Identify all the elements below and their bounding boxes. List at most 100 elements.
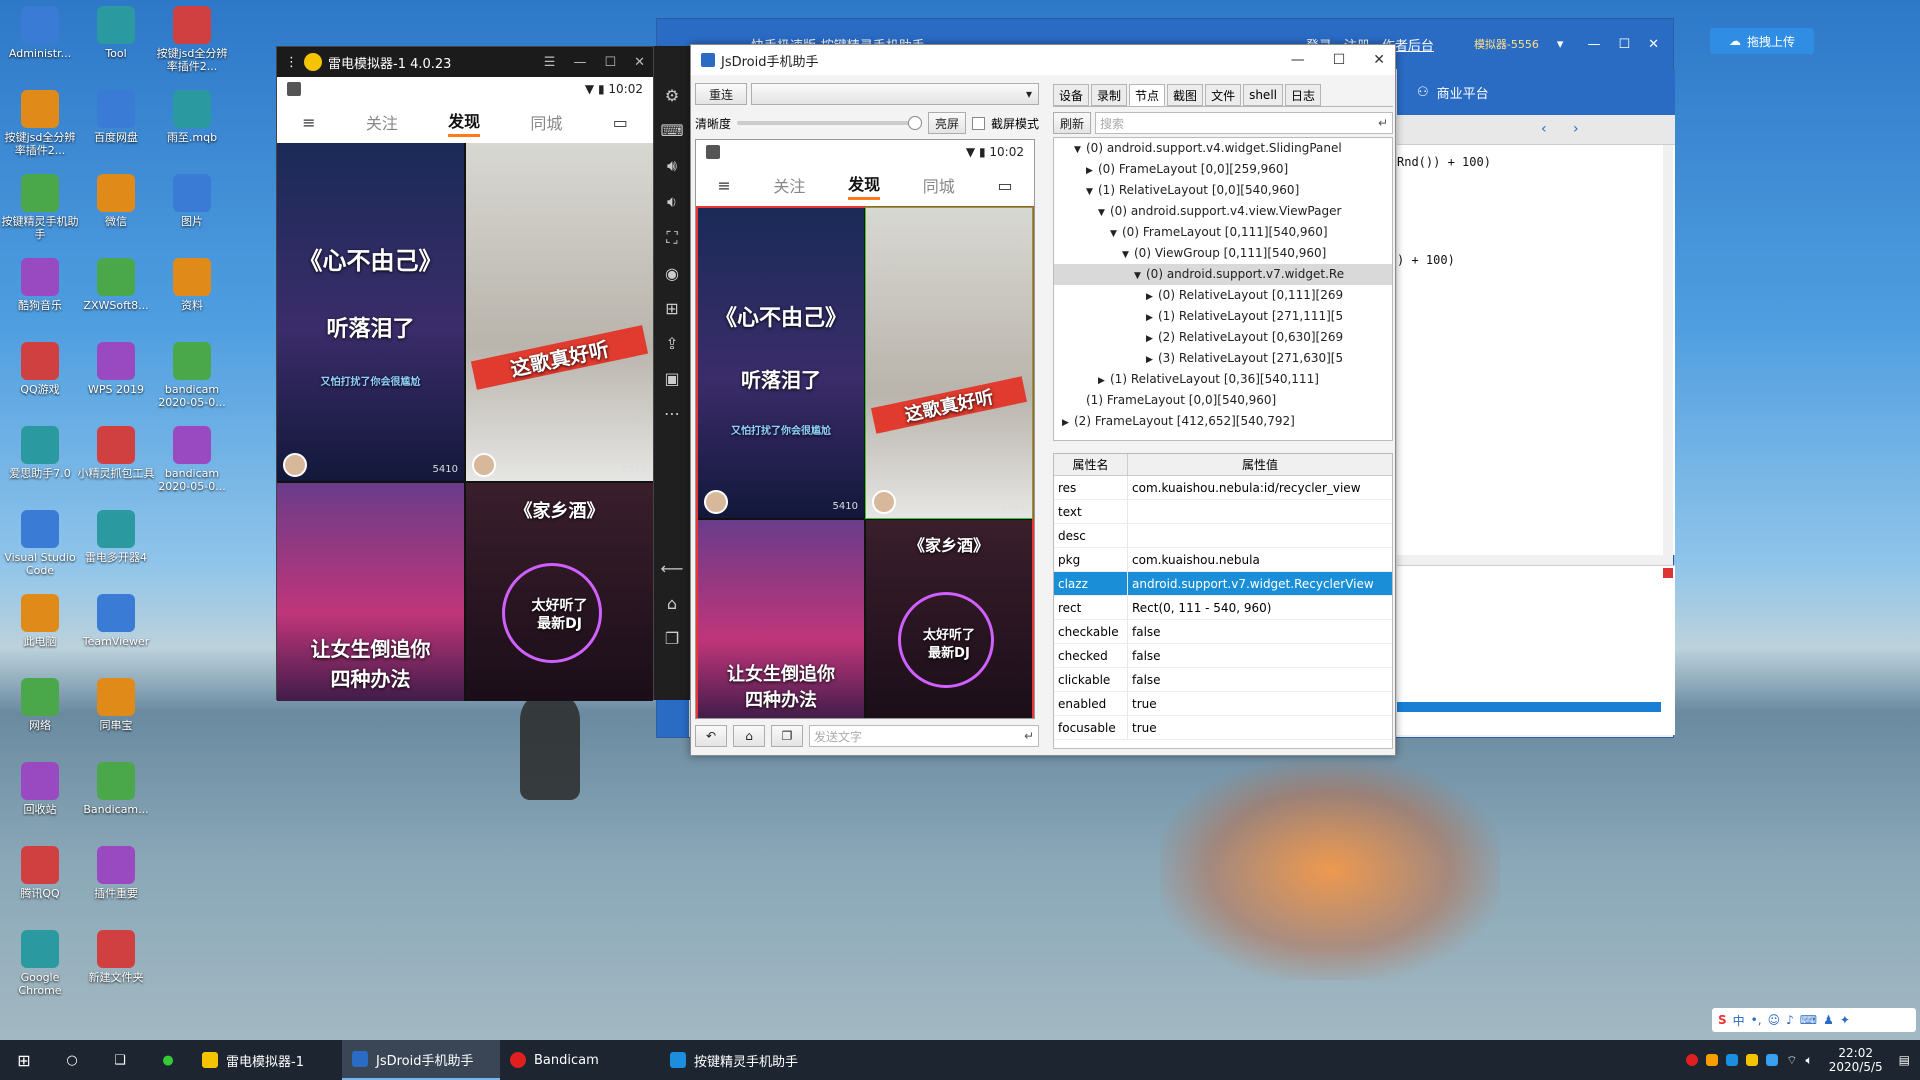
phone-mirror[interactable]: ▼ ▮ 10:02 ≡ 关注 发现 同城 ▭ 《心不由己》 听落泪了 又怕打扰了… (695, 139, 1035, 719)
tree-node[interactable]: ▼ (0) FrameLayout [0,111][540,960] (1054, 222, 1392, 243)
desktop-icon[interactable]: Visual Studio Code (0, 510, 80, 577)
tree-node[interactable]: ▶ (1) RelativeLayout [271,111][5 (1054, 306, 1392, 327)
desktop-icon[interactable]: 新建文件夹 (76, 930, 156, 984)
avatar[interactable] (472, 453, 496, 477)
property-row[interactable]: enabled true (1054, 692, 1392, 716)
jsdroid-close-icon[interactable]: ✕ (1373, 52, 1385, 68)
desktop-icon[interactable]: 微信 (76, 174, 156, 228)
desktop-icon[interactable]: 图片 (152, 174, 232, 228)
desktop-icon[interactable]: TeamViewer (76, 594, 156, 648)
feed-tile[interactable]: 《家乡酒》 太好听了 最新DJ (866, 520, 1032, 718)
log-close-icon[interactable] (1663, 568, 1673, 578)
desktop-icon[interactable]: Bandicam... (76, 762, 156, 816)
task-ajjl[interactable]: 按键精灵手机助手 (660, 1040, 820, 1080)
taskview-button[interactable]: ❑ (96, 1040, 144, 1080)
back-nav-icon[interactable]: ⟵ (661, 559, 684, 578)
tab-follow[interactable]: 关注 (773, 173, 805, 197)
editor-scrollbar[interactable] (1663, 145, 1673, 555)
tree-node[interactable]: ▶ (2) RelativeLayout [0,630][269 (1054, 327, 1392, 348)
tree-node[interactable]: ▼ (0) android.support.v7.widget.Re (1054, 264, 1392, 285)
desktop-icon[interactable]: 爱思助手7.0 (0, 426, 80, 480)
desktop-icon[interactable]: 同串宝 (76, 678, 156, 732)
ajjl-tray-icon[interactable] (1726, 1054, 1739, 1066)
emulator-maximize-icon[interactable]: ☐ (604, 55, 616, 70)
desktop-icon[interactable]: WPS 2019 (76, 342, 156, 396)
expand-down-icon[interactable]: ▼ (1134, 266, 1146, 285)
avatar[interactable] (704, 490, 728, 514)
desktop-icon[interactable]: 回收站 (0, 762, 80, 816)
node-tree[interactable]: ▼ (0) android.support.v4.widget.SlidingPa… (1053, 137, 1393, 441)
desktop-icon[interactable]: bandicam 2020-05-0... (152, 426, 232, 493)
volume-up-icon[interactable]: 🔊︎ (667, 156, 677, 176)
emoji-icon[interactable]: ☺ (1768, 1013, 1781, 1027)
network-icon[interactable]: ⌔ (1786, 1053, 1797, 1068)
recents-button[interactable]: ❐ (771, 725, 803, 747)
expand-right-icon[interactable]: ▶ (1098, 371, 1110, 390)
tab-node[interactable]: 节点 (1129, 84, 1166, 106)
desktop-icon[interactable]: 腾讯QQ (0, 846, 80, 900)
clarity-slider[interactable] (737, 116, 922, 130)
hamburger-icon[interactable]: ≡ (717, 176, 730, 195)
tree-node[interactable]: ▶ (3) RelativeLayout [271,630][5 (1054, 348, 1392, 369)
expand-right-icon[interactable]: ▶ (1086, 161, 1098, 180)
record-icon[interactable]: ◉ (665, 264, 679, 283)
tree-node[interactable]: (1) FrameLayout [0,0][540,960] (1054, 390, 1392, 411)
app-tray-icon[interactable] (1706, 1054, 1719, 1066)
emulator-minimize-icon[interactable]: — (573, 55, 586, 70)
send-text-input[interactable]: 发送文字 ↵ (809, 725, 1039, 747)
prop-name-header[interactable]: 属性名 (1054, 454, 1128, 475)
device-select[interactable]: ▾ (751, 83, 1039, 105)
code-editor[interactable]: Rnd()) + 100) ) + 100) (1397, 145, 1675, 555)
prop-value-header[interactable]: 属性值 (1128, 454, 1392, 475)
skin-icon[interactable]: ♟ (1823, 1013, 1834, 1027)
search-input[interactable]: 搜索 ↵ (1095, 112, 1393, 134)
task-leidian[interactable]: 雷电模拟器-1 (192, 1040, 342, 1080)
desktop-icon[interactable]: 资料 (152, 258, 232, 312)
fullscreen-icon[interactable]: ⛶ (666, 228, 677, 248)
install-icon[interactable]: ⇪ (665, 334, 678, 353)
emulator-close-icon[interactable]: ✕ (634, 55, 645, 70)
home-button[interactable]: ⌂ (733, 725, 765, 747)
emulator-window[interactable]: ⋮ 雷电模拟器-1 4.0.23 ☰ — ☐ ✕ ▼ ▮ 10:02 ≡ 关注 … (276, 46, 654, 701)
property-row[interactable]: desc (1054, 524, 1392, 548)
property-row[interactable]: text (1054, 500, 1392, 524)
tree-node[interactable]: ▶ (0) RelativeLayout [0,111][269 (1054, 285, 1392, 306)
desktop-icon[interactable]: Google Chrome (0, 930, 80, 997)
editor-prev-icon[interactable]: ‹ (1541, 121, 1547, 137)
device-dropdown-icon[interactable]: ▾ (1557, 37, 1564, 52)
desktop-icon[interactable]: ZXWSoft8... (76, 258, 156, 312)
feed-tile[interactable]: 让女生倒追你 四种办法 (277, 483, 464, 701)
feed-tile[interactable]: 这歌真好听 2372 (466, 143, 653, 481)
enter-icon[interactable]: ↵ (1024, 729, 1034, 743)
ajjl-maximize-icon[interactable]: ☐ (1618, 37, 1630, 52)
search-button[interactable]: ○ (48, 1040, 96, 1080)
expand-right-icon[interactable]: ▶ (1146, 329, 1158, 348)
ajjl-close-icon[interactable]: ✕ (1648, 37, 1659, 52)
expand-right-icon[interactable]: ▶ (1146, 308, 1158, 327)
tree-node[interactable]: ▼ (1) RelativeLayout [0,0][540,960] (1054, 180, 1392, 201)
volume-icon[interactable]: 🔈︎ (1806, 1053, 1813, 1068)
avatar[interactable] (872, 490, 896, 514)
keyboard-icon[interactable]: ⌨ (660, 121, 683, 140)
feed-tile[interactable]: 《心不由己》 听落泪了 又怕打扰了你会很尴尬 5410 (698, 208, 864, 518)
desktop-icon[interactable]: 按键jsd全分辨率插件2... (152, 6, 232, 73)
tab-screenshot[interactable]: 截图 (1167, 84, 1204, 106)
feed-tile[interactable]: 让女生倒追你 四种办法 (698, 520, 864, 718)
screenshot-icon[interactable]: ▣ (664, 369, 679, 388)
property-row[interactable]: clickable false (1054, 668, 1392, 692)
tree-node[interactable]: ▼ (0) ViewGroup [0,111][540,960] (1054, 243, 1392, 264)
tab-discover[interactable]: 发现 (448, 108, 481, 137)
tree-node[interactable]: ▶ (2) FrameLayout [412,652][540,792] (1054, 411, 1392, 432)
jsdroid-window[interactable]: JsDroid手机助手 — ☐ ✕ 重连 ▾ 清晰度 亮屏 截屏模式 ▼ ▮ 1… (690, 44, 1396, 756)
expand-down-icon[interactable]: ▼ (1122, 245, 1134, 264)
screen-mode-checkbox[interactable] (971, 116, 985, 130)
tree-node[interactable]: ▼ (0) android.support.v4.view.ViewPager (1054, 201, 1392, 222)
ime-toolbar[interactable]: S 中 •, ☺ ♪ ⌨ ♟ ✦ (1712, 1008, 1916, 1032)
mic-icon[interactable]: ♪ (1786, 1013, 1794, 1027)
tree-node[interactable]: ▶ (1) RelativeLayout [0,36][540,111] (1054, 369, 1392, 390)
desktop-icon[interactable]: 小精灵抓包工具 (76, 426, 156, 480)
qq-tray-icon[interactable] (1766, 1054, 1779, 1066)
desktop-icon[interactable]: QQ游戏 (0, 342, 80, 396)
task-jsdroid[interactable]: JsDroid手机助手 (342, 1040, 500, 1080)
avatar[interactable] (283, 453, 307, 477)
